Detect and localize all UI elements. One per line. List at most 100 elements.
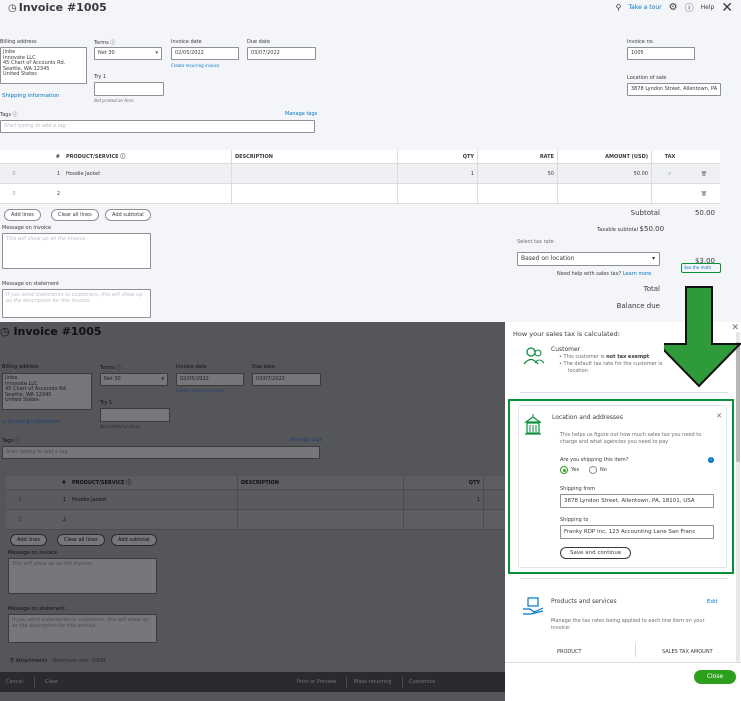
gear-icon[interactable]: ⚙ [669,2,678,13]
message-statement-label: Message on statement [2,281,60,287]
due-date-label: Due date [252,364,275,370]
table-row[interactable]: ⠿ 2 🗑 [0,184,720,204]
edit-link[interactable]: Edit [707,599,718,605]
shipping-to-label: Shipping to [560,517,589,523]
clear-all-lines-button: Clear all lines [57,534,105,546]
shipping-yes-radio[interactable] [560,466,568,474]
try1-field [100,408,170,422]
info-icon: ⓘ [116,365,122,371]
message-statement-field[interactable]: If you send statements to customers, thi… [2,289,151,318]
terms-select: Net 30 ▾ [100,373,168,386]
tax-check-icon[interactable]: ✓ [651,164,688,183]
products-heading: Products and services [551,598,617,605]
info-icon: ⓘ [14,438,20,444]
close-icon[interactable]: ✕ [716,412,722,420]
info-icon: ⓘ [126,480,132,486]
trash-icon[interactable]: 🗑 [688,171,720,177]
table-header: # PRODUCT/SERVICE ⓘ DESCRIPTION QTY [6,476,505,490]
clear-all-lines-button[interactable]: Clear all lines [51,209,99,221]
column-product: PRODUCT [557,649,582,655]
table-header: # PRODUCT/SERVICE ⓘ DESCRIPTION QTY RATE… [0,150,720,164]
help-link[interactable]: Help [701,4,715,11]
annotation-arrow [664,286,741,388]
tax-rate-select[interactable]: Based on location ▾ [517,252,660,266]
shipping-question: Are you shipping this item? [560,457,629,463]
tour-icon[interactable]: ⚲ [616,3,622,12]
paperclip-icon: ⎘ [10,658,15,664]
shipping-no-radio[interactable] [589,466,597,474]
select-tax-rate-label: Select tax rate [517,239,554,245]
tags-label: Tags ⓘ [0,112,18,118]
invoice-form: ◷ Invoice #1005 ⚲ Take a tour ⚙ ⓘ Help ✕ … [0,0,741,322]
background-page-title: ◷ Invoice #1005 [0,325,102,338]
products-icon [523,597,544,615]
message-invoice-label: Message on invoice [2,225,52,231]
add-lines-button[interactable]: Add lines [4,209,41,221]
invoice-date-field: 02/05/2022 [176,373,244,386]
location-section: Location and addresses ✕ This helps us f… [518,405,727,568]
add-lines-button: Add lines [10,534,47,546]
save-and-continue-button[interactable]: Save and continue [560,547,632,559]
add-subtotal-button[interactable]: Add subtotal [105,209,151,221]
panel-title: How your sales tax is calculated: [513,330,620,338]
due-date-field[interactable]: 03/07/2022 [247,47,316,60]
billing-address-field[interactable]: Jinbe Innovate LLC 45 Chart of Accounts … [0,47,87,84]
message-invoice-field: This will show up on the invoice. [8,558,157,594]
shipping-info-link[interactable]: Shipping information [2,93,59,99]
create-recurring-link: Create recurring invoice [176,388,225,393]
tags-input: Start typing to add a tag [2,446,320,459]
info-icon: ⓘ [120,154,126,160]
manage-tags-link: Manage tags [290,437,323,443]
trash-icon[interactable]: 🗑 [688,191,720,197]
message-invoice-label: Message on invoice [8,550,58,556]
chevron-down-icon: ▾ [651,255,655,262]
close-button[interactable]: Close [694,670,736,684]
billing-address-field: Jinbe Innovate LLC 45 Chart of Accounts … [2,373,92,410]
message-statement-label: Message on statement [8,606,66,612]
close-icon[interactable]: ✕ [721,1,733,15]
billing-address-label: Billing address [2,364,39,370]
building-icon [524,414,542,435]
line-items-table: # PRODUCT/SERVICE ⓘ DESCRIPTION QTY RATE… [0,150,720,204]
shipping-from-field[interactable]: 3878 Lyndon Street, Allentown, PA, 18101… [560,494,714,508]
clear-button: Clear [45,679,59,685]
terms-select[interactable]: Net 30 ▾ [94,47,162,60]
location-of-sale-label: Location of sale [627,75,667,81]
subtotal-label: Subtotal [630,209,660,217]
location-heading: Location and addresses [552,414,623,421]
invoice-date-field[interactable]: 02/05/2022 [171,47,239,60]
terms-label: Terms ⓘ [94,40,116,46]
create-recurring-link[interactable]: Create recurring invoice [171,63,219,68]
shipping-info-link: + Shipping information [2,419,61,425]
try1-label: Try 1 [100,400,113,406]
need-help-text: Need help with sales tax? Learn more [557,271,652,277]
location-of-sale-field[interactable]: 3878 Lyndon Street, Allentown, PA [627,83,721,96]
drag-handle-icon: ⠿ [18,516,22,523]
manage-tags-link[interactable]: Manage tags [285,111,317,117]
dimmed-invoice-background: ◷ Invoice #1005 Billing address Jinbe In… [0,322,505,701]
not-printed-note: Not printed on form [94,98,134,103]
message-invoice-field[interactable]: This will show up on the invoice. [2,233,151,269]
customize-button: Customize [409,679,436,685]
tags-input[interactable]: Start typing to add a tag [0,120,315,133]
drag-handle-icon: ⠿ [18,496,22,503]
info-icon[interactable]: i [708,457,714,463]
drag-handle-icon[interactable]: ⠿ [0,191,28,197]
learn-more-link[interactable]: Learn more [623,271,652,277]
take-tour-link[interactable]: Take a tour [629,4,662,11]
location-highlight-box: Location and addresses ✕ This helps us f… [508,399,734,574]
drag-handle-icon[interactable]: ⠿ [0,171,28,177]
table-row[interactable]: ⠿ 1 Hoodie Jacket 1 50 50.00 ✓ 🗑 [0,164,720,184]
yes-label: Yes [571,467,580,473]
line-items-table: # PRODUCT/SERVICE ⓘ DESCRIPTION QTY ⠿ 1 … [6,476,505,530]
try1-field[interactable] [94,82,164,96]
clock-icon: ◷ [8,3,17,14]
due-date-field: 03/07/2022 [252,373,321,386]
shipping-to-field[interactable]: Franky RDP Inc, 123 Accounting Lane San … [560,525,714,539]
see-the-math-link[interactable]: See the math [681,263,721,273]
tags-label: Tags ⓘ [2,438,20,444]
help-icon[interactable]: ⓘ [685,1,694,14]
invoice-no-field[interactable]: 1005 [627,47,695,60]
info-icon: ⓘ [110,40,116,46]
customer-heading: Customer [551,346,581,353]
